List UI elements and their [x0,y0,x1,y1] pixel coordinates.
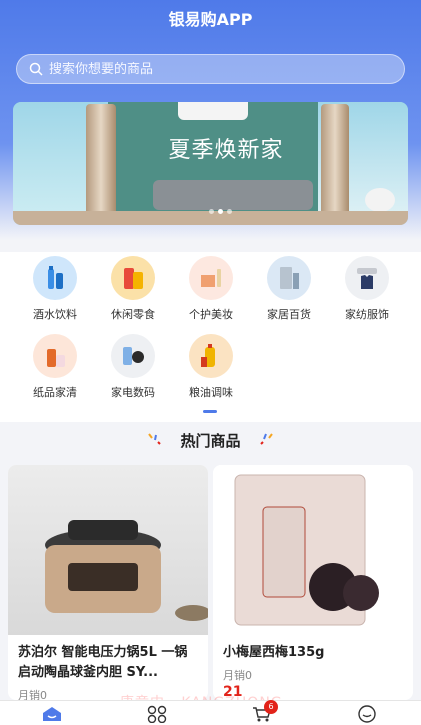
product-image [8,465,208,635]
banner-sofa [153,180,313,210]
category-label: 家电数码 [111,386,155,399]
tab-cart[interactable]: 6 [250,700,278,724]
category-apparel[interactable]: 家纺服饰 [332,256,402,322]
banner-dot [209,209,214,214]
category-label: 家纺服饰 [345,308,389,321]
pressure-cooker-image [45,520,208,621]
banner-dot [227,209,232,214]
hot-products-title: 热门商品 [180,432,241,450]
cleaning-icon [33,334,77,378]
category-label: 个护美妆 [189,308,233,321]
category-icon [147,705,167,723]
category-grid: 酒水饮料 休闲零食 个护美妆 家居百货 家纺服饰 纸品家清 家电数码 粮油调味 [0,252,421,422]
banner-title: 夏季焕新家 [168,138,284,163]
tab-profile[interactable] [355,704,379,724]
banner-pagination [209,209,232,214]
banner-air-conditioner-right [321,104,349,216]
search-bar[interactable] [16,54,405,84]
product-image [213,465,413,635]
category-page-indicator [203,410,217,413]
product-sales: 月销0 [223,669,252,682]
electronics-icon [111,334,155,378]
prunes-package-image [234,474,379,626]
sparkle-icon [260,433,273,445]
category-cleaning[interactable]: 纸品家清 [20,334,90,400]
cosmetics-icon [189,256,233,300]
category-grain-oil[interactable]: 粮油调味 [176,334,246,400]
snacks-icon [111,256,155,300]
banner-air-conditioner-wall [178,102,248,120]
home-goods-icon [267,256,311,300]
search-icon [29,62,43,76]
banner-air-conditioner-left [86,104,116,222]
category-home-goods[interactable]: 家居百货 [254,256,324,322]
product-name: 小梅屋西梅135g [223,645,325,660]
product-card[interactable]: 苏泊尔 智能电压力锅5L 一锅启动陶晶球釜内胆 SY... 月销0 [8,465,208,700]
promo-banner[interactable]: 夏季焕新家 [13,102,408,225]
category-drinks[interactable]: 酒水饮料 [20,256,90,322]
grain-oil-icon [189,334,233,378]
category-label: 粮油调味 [189,386,233,399]
product-card[interactable]: 小梅屋西梅135g 月销0 21 [213,465,413,700]
drinks-icon [33,256,77,300]
product-name: 苏泊尔 智能电压力锅5L 一锅启动陶晶球釜内胆 SY... [18,645,188,680]
tab-home[interactable] [40,704,64,724]
search-input[interactable] [49,61,349,77]
banner-chair [365,188,395,212]
cart-badge: 6 [264,700,278,714]
category-electronics[interactable]: 家电数码 [98,334,168,400]
tab-category[interactable] [145,704,169,724]
category-label: 酒水饮料 [33,308,77,321]
app-title: 银易购APP [168,10,253,29]
category-label: 纸品家清 [33,386,77,399]
apparel-icon [345,256,389,300]
category-label: 休闲零食 [111,308,155,321]
banner-dot-active [218,209,223,214]
profile-icon [358,705,376,723]
category-snacks[interactable]: 休闲零食 [98,256,168,322]
bottom-tab-bar: 6 [0,700,421,725]
home-icon [43,707,61,721]
category-cosmetics[interactable]: 个护美妆 [176,256,246,322]
category-label: 家居百货 [267,308,311,321]
